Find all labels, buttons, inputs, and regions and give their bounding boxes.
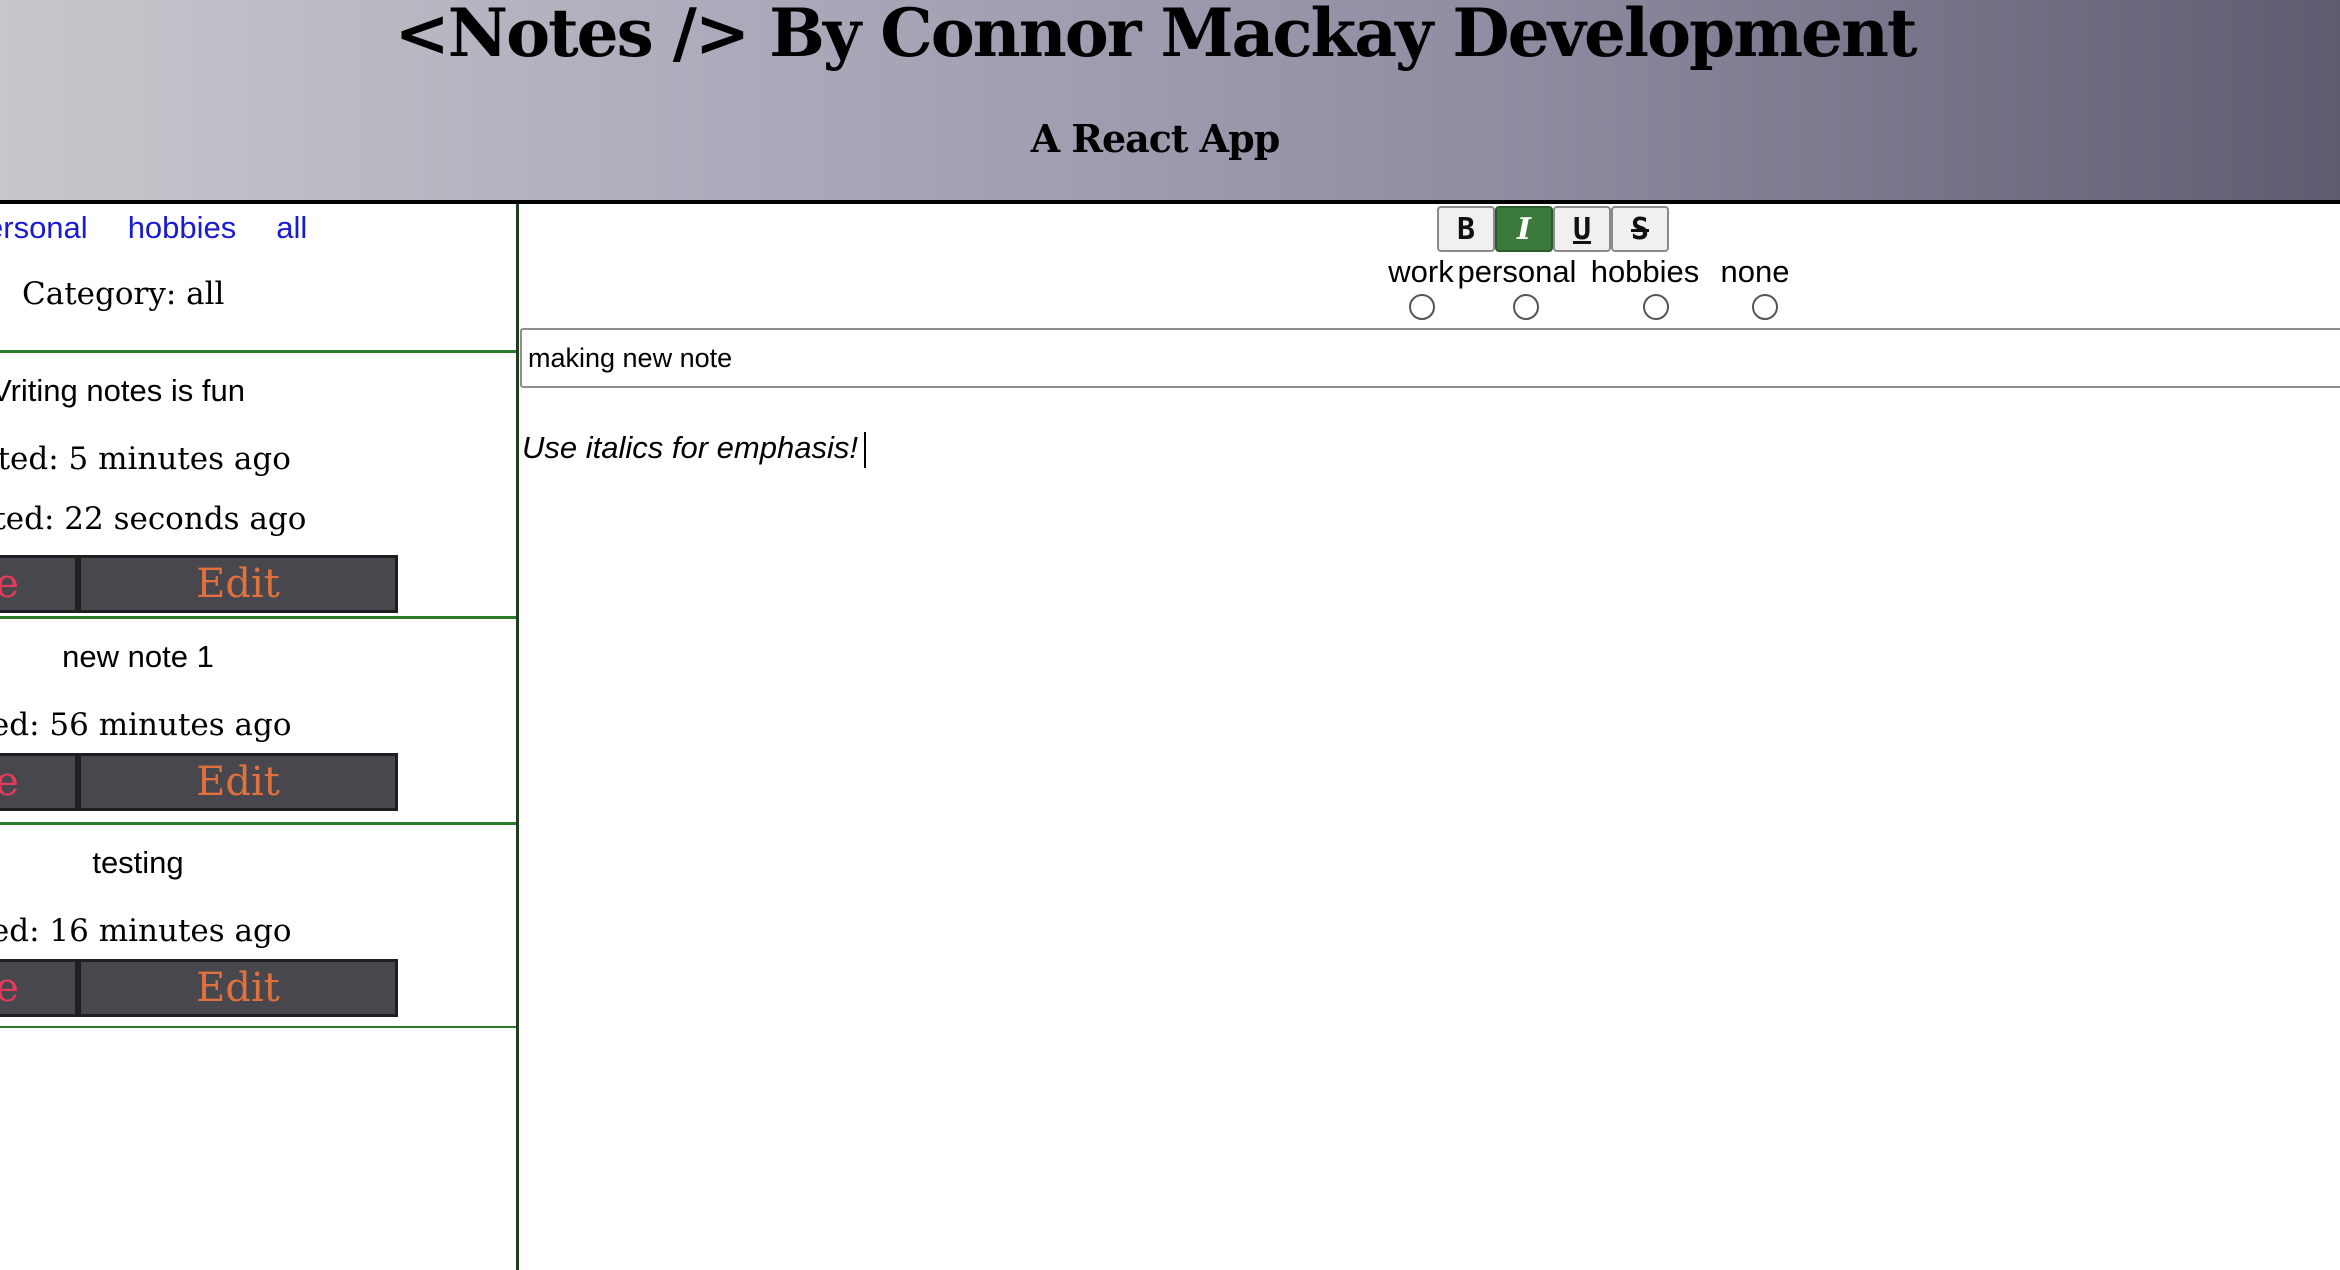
underline-icon: U [1572,211,1592,247]
app-subtitle: A React App [1030,116,1281,161]
category-filter-links: ersonal hobbies all [0,210,347,246]
category-link-all[interactable]: all [276,210,307,245]
note-card[interactable]: new note 1 ted: 56 minutes ago te Edit [0,616,516,811]
edit-button[interactable]: Edit [78,753,398,811]
edit-button[interactable]: Edit [78,959,398,1017]
note-created: ted: 16 minutes ago [0,913,292,949]
format-toolbar: B I U S [1437,206,1669,252]
category-option-none[interactable]: none [1695,254,1815,320]
hobbies-radio[interactable] [1643,294,1669,320]
note-title: new note 1 [62,639,214,674]
note-body-text: Use italics for emphasis! [522,430,858,465]
strikethrough-button[interactable]: S [1611,206,1669,252]
note-list-divider [0,1026,516,1028]
category-option-label: none [1720,254,1790,289]
bold-button[interactable]: B [1437,206,1495,252]
note-card[interactable]: testing ted: 16 minutes ago te Edit [0,822,516,1017]
underline-button[interactable]: U [1553,206,1611,252]
category-link-hobbies[interactable]: hobbies [128,210,237,245]
note-title: Vriting notes is fun [0,373,245,408]
edit-button[interactable]: Edit [78,555,398,613]
italic-button[interactable]: I [1495,206,1553,252]
italic-icon: I [1516,211,1532,247]
none-radio[interactable] [1752,294,1778,320]
current-category-label: Category: all [22,276,225,312]
delete-button[interactable]: te [0,959,78,1017]
app-header: <Notes /> By Connor Mackay Development A… [0,0,2340,204]
text-caret [863,431,866,468]
note-created: ated: 5 minutes ago [0,441,291,477]
category-link-personal[interactable]: ersonal [0,210,88,245]
note-card[interactable]: Vriting notes is fun ated: 5 minutes ago… [0,350,516,616]
note-title-input[interactable] [520,328,2340,388]
note-editor: B I U S work personal hobbies none Use i… [519,204,2340,1270]
notes-sidebar: ersonal hobbies all Category: all Vriting … [0,204,519,1270]
note-edited: dited: 22 seconds ago [0,501,307,537]
app-title: <Notes /> By Connor Mackay Development [394,0,1918,72]
personal-radio[interactable] [1513,294,1539,320]
strikethrough-icon: S [1630,211,1650,247]
note-title: testing [92,845,184,880]
note-body-editor[interactable]: Use italics for emphasis! [522,430,866,468]
bold-icon: B [1456,211,1476,247]
note-created: ted: 56 minutes ago [0,707,292,743]
delete-button[interactable]: te [0,753,78,811]
delete-button[interactable]: te [0,555,78,613]
